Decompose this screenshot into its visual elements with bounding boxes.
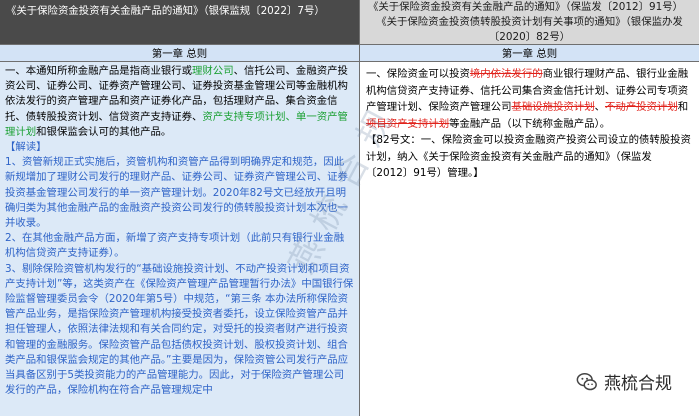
- left-header-title: 《关于保险资金投资有关金融产品的通知》（银保监规〔2022〕7号）: [6, 5, 325, 17]
- wechat-icon: [576, 372, 597, 390]
- left-article-1: 一、本通知所称金融产品是指商业银行或理财公司、信托公司、金融资产投资公司、证券公…: [5, 65, 348, 138]
- brand-badge: 燕梳合规: [576, 369, 672, 394]
- added-text: 理财公司: [192, 65, 234, 77]
- left-chapter-heading: 第一章 总则: [0, 44, 359, 62]
- left-header: 《关于保险资金投资有关金融产品的通知》（银保监规〔2022〕7号）: [0, 0, 359, 44]
- right-header-line2: 《关于保险资金投资债转股投资计划有关事项的通知》（银保监办发: [376, 16, 683, 28]
- right-article-1: 一、保险资金可以投资境内依法发行的商业银行理财产品、银行业金融机构信贷资产支持证…: [366, 68, 689, 130]
- right-note-82: 【82号文：一、保险资金可以投资金融资产投资公司设立的债转股投资计划，纳入《关于…: [366, 134, 691, 179]
- brand-name: 燕梳合规: [604, 374, 672, 394]
- right-chapter-heading: 第一章 总则: [360, 44, 699, 62]
- right-header: 《关于保险资金投资有关金融产品的通知》（保监发〔2012〕91号） 《关于保险资…: [360, 0, 699, 44]
- interpretation-3: 3、剔除保险资管机构发行的“基础设施投资计划、不动产投资计划和项目资产支持计划”…: [5, 262, 354, 397]
- deleted-text: 境内依法发行的: [469, 68, 543, 80]
- deleted-text: 不动产投资计划: [604, 101, 678, 113]
- right-header-line1: 《关于保险资金投资有关金融产品的通知》（保监发〔2012〕91号）: [368, 1, 684, 13]
- right-body: 一、保险资金可以投资境内依法发行的商业银行理财产品、银行业金融机构信贷资产支持证…: [360, 62, 699, 416]
- interpretation-label: 【解读】: [5, 141, 47, 154]
- deleted-text: 基础设施投资计划: [511, 101, 595, 113]
- comparison-table: 《关于保险资金投资有关金融产品的通知》（银保监规〔2022〕7号） 《关于保险资…: [0, 0, 700, 416]
- right-header-line3: 〔2020〕82号）: [488, 31, 571, 43]
